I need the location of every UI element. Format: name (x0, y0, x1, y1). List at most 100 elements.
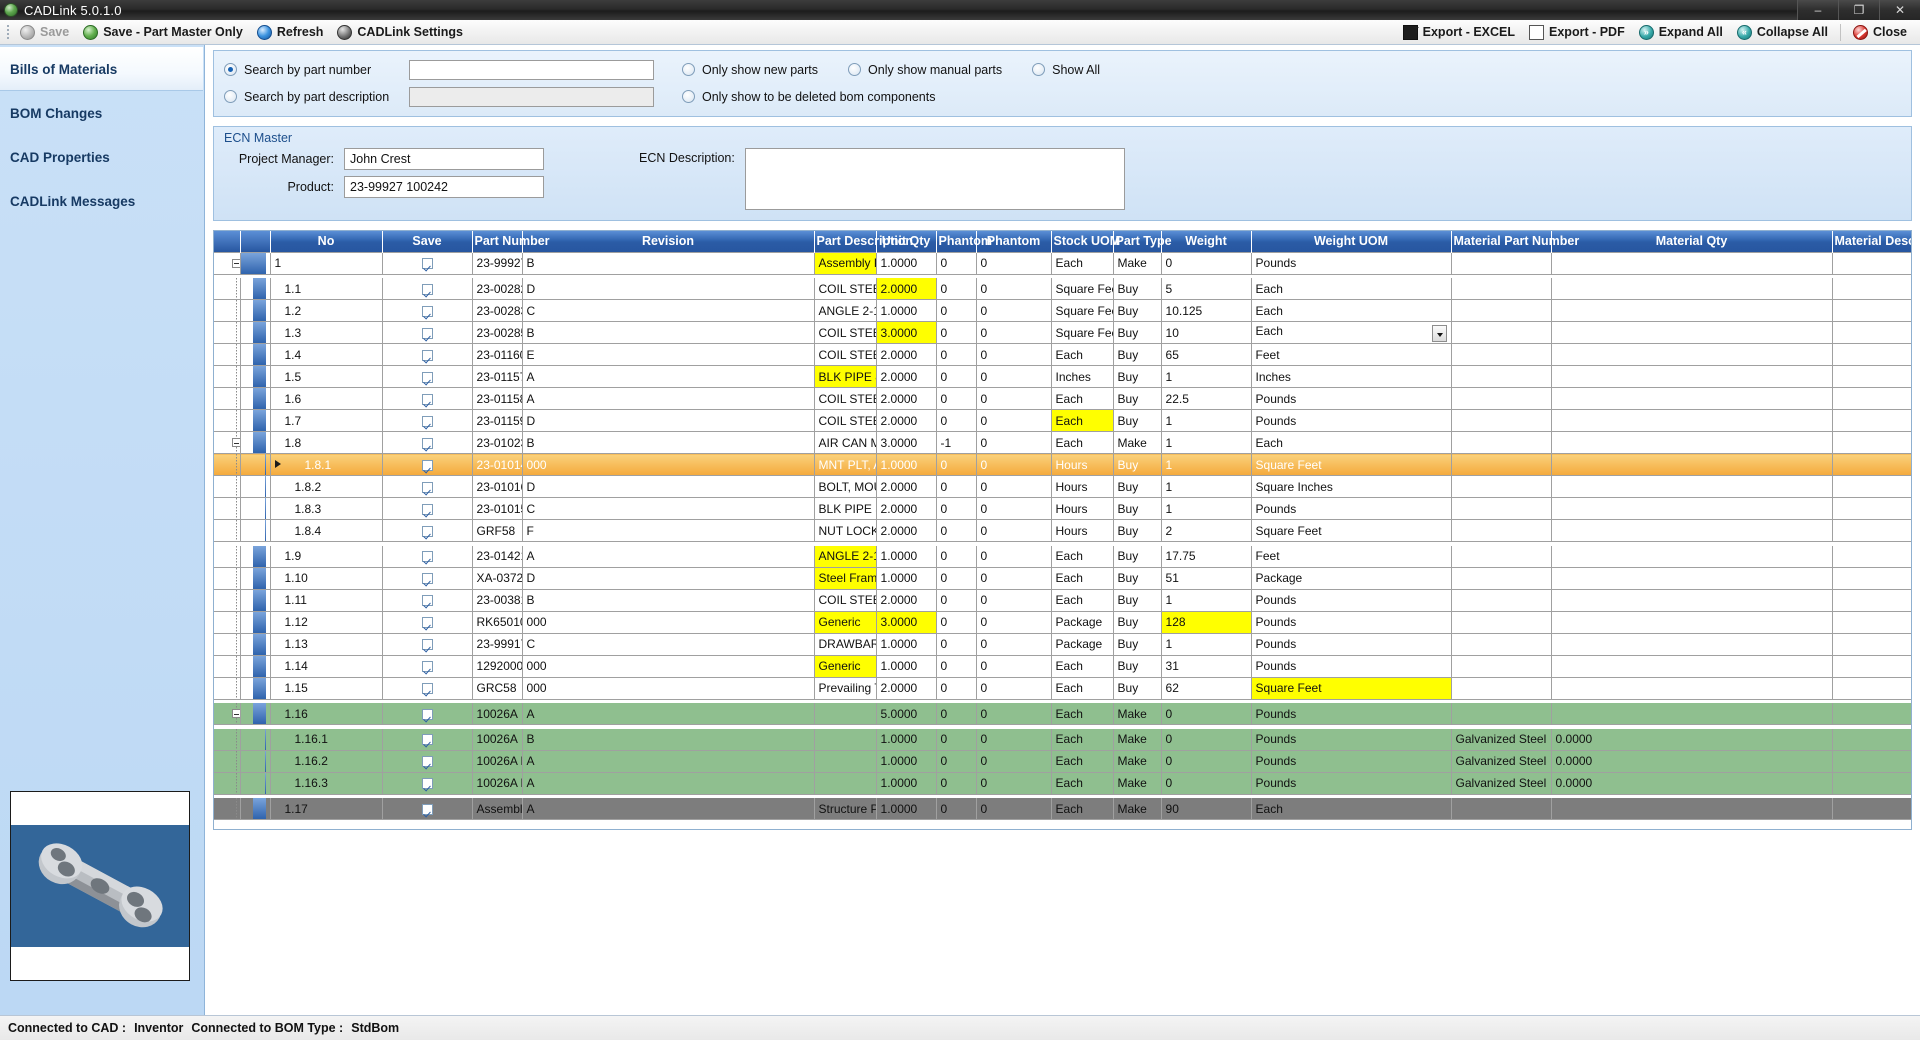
cell-phantom-2[interactable]: 0 (976, 278, 1052, 300)
cell-weight[interactable]: 1 (1161, 365, 1252, 388)
cell-save-checkbox[interactable] (382, 431, 473, 454)
cell-part-number[interactable]: 23-01158 (472, 387, 523, 410)
cell-phantom-2[interactable]: 0 (976, 453, 1052, 476)
cell-weight-uom[interactable]: Package (1251, 567, 1452, 590)
search-part-number-input[interactable] (409, 59, 654, 80)
cell-weight[interactable]: 0 (1161, 728, 1252, 751)
table-row[interactable]: 1.4 23-01160ECOIL STEEL A715-80 1/42.0000… (214, 343, 1911, 366)
cell-description[interactable]: COIL STEEL A715-80 1/4 (814, 409, 877, 432)
cell-unit-qty[interactable]: 2.0000 (876, 519, 937, 542)
cell-material-part-number[interactable] (1451, 677, 1552, 700)
cell-phantom-1[interactable]: 0 (936, 299, 977, 322)
close-button[interactable]: Close (1846, 21, 1914, 44)
cell-material-part-number[interactable] (1451, 299, 1552, 322)
cell-material-qty[interactable] (1551, 545, 1833, 568)
save-checkbox[interactable] (421, 371, 433, 383)
row-selector-bar[interactable] (240, 750, 271, 773)
cell-description[interactable]: Structure Placeholder (814, 798, 877, 820)
window-close-button[interactable]: ✕ (1879, 0, 1920, 20)
cell-material-description[interactable] (1832, 299, 1911, 322)
cell-description[interactable]: BLK PIPE 80 PE 3/4 x 2112 (814, 365, 877, 388)
cell-part-type[interactable]: Buy (1113, 589, 1162, 612)
cell-revision[interactable]: B (522, 251, 815, 275)
save-checkbox[interactable] (421, 803, 433, 815)
cell-no[interactable]: 1.2 (270, 299, 383, 322)
save-checkbox[interactable] (421, 283, 433, 295)
cell-phantom-2[interactable]: 0 (976, 611, 1052, 634)
cell-unit-qty[interactable]: 1.0000 (876, 772, 937, 795)
cell-no[interactable]: 1.3 (270, 321, 383, 344)
row-selector-bar[interactable] (240, 497, 271, 520)
cell-unit-qty[interactable]: 1.0000 (876, 299, 937, 322)
cell-weight[interactable]: 22.5 (1161, 387, 1252, 410)
cell-part-number[interactable]: 10026A (472, 703, 523, 725)
cell-save-checkbox[interactable] (382, 589, 473, 612)
cell-stock-uom[interactable]: Each (1051, 655, 1114, 678)
cell-stock-uom[interactable]: Each (1051, 750, 1114, 773)
table-row[interactable]: 1.7 23-01159DCOIL STEEL A715-80 1/42.0000… (214, 409, 1911, 432)
row-selector-bar[interactable] (240, 655, 271, 678)
collapse-expander-icon[interactable] (232, 258, 239, 268)
row-selector-bar[interactable] (240, 772, 271, 795)
table-row[interactable]: 1.10XA-0372-ADSteel Frame XA1.000000Each… (214, 567, 1911, 590)
cell-weight-uom[interactable]: Each (1251, 299, 1452, 322)
cell-description[interactable]: COIL STEEL A715-80 1/4 (814, 343, 877, 366)
row-selector-bar[interactable] (240, 633, 271, 656)
cell-phantom-2[interactable]: 0 (976, 387, 1052, 410)
header-weight-uom[interactable]: Weight UOM (1251, 231, 1452, 252)
filter-only-manual-parts[interactable]: Only show manual parts (848, 63, 1012, 77)
cell-save-checkbox[interactable] (382, 475, 473, 498)
cell-weight[interactable]: 65 (1161, 343, 1252, 366)
header-material-description[interactable]: Material Description (1832, 231, 1911, 252)
cell-description[interactable]: Prevailing Torque Type Hex Nut (814, 677, 877, 700)
cell-material-part-number[interactable] (1451, 703, 1552, 725)
cell-no[interactable]: 1.13 (270, 633, 383, 656)
cell-weight[interactable]: 0 (1161, 703, 1252, 725)
search-part-description-input[interactable] (409, 86, 654, 107)
cell-description[interactable] (814, 728, 877, 751)
cell-phantom-2[interactable]: 0 (976, 475, 1052, 498)
cell-revision[interactable]: D (522, 475, 815, 498)
cell-no[interactable]: 1.10 (270, 567, 383, 590)
save-checkbox[interactable] (421, 459, 433, 471)
cell-part-type[interactable]: Buy (1113, 299, 1162, 322)
cell-part-number[interactable]: RK65010 (472, 611, 523, 634)
cell-material-part-number[interactable] (1451, 655, 1552, 678)
cell-material-part-number[interactable]: Galvanized Steel (1451, 728, 1552, 751)
cell-stock-uom[interactable]: Each (1051, 545, 1114, 568)
cell-unit-qty[interactable]: 1.0000 (876, 453, 937, 476)
cell-phantom-1[interactable]: -1 (936, 431, 977, 454)
save-checkbox[interactable] (421, 437, 433, 449)
cell-weight-uom[interactable]: Pounds (1251, 589, 1452, 612)
cell-description[interactable]: COIL STEEL A715-80 1/4 (814, 321, 877, 344)
cell-phantom-1[interactable]: 0 (936, 497, 977, 520)
sidebar-item-cadlink-messages[interactable]: CADLink Messages (0, 179, 204, 223)
cell-save-checkbox[interactable] (382, 519, 473, 542)
cell-stock-uom[interactable]: Each (1051, 251, 1114, 275)
cell-save-checkbox[interactable] (382, 497, 473, 520)
cell-unit-qty[interactable]: 5.0000 (876, 703, 937, 725)
cell-phantom-1[interactable]: 0 (936, 343, 977, 366)
table-row[interactable]: 1.15 GRC58000Prevailing Torque Type Hex N… (214, 677, 1911, 700)
cell-save-checkbox[interactable] (382, 772, 473, 795)
cell-material-description[interactable] (1832, 409, 1911, 432)
cell-material-qty[interactable] (1551, 251, 1833, 275)
cell-stock-uom[interactable]: Each (1051, 409, 1114, 432)
cell-save-checkbox[interactable] (382, 278, 473, 300)
cell-save-checkbox[interactable] (382, 677, 473, 700)
table-row[interactable]: 1.16.310026A PINA1.000000EachMake0Pounds… (214, 772, 1911, 795)
cell-weight[interactable]: 10.125 (1161, 299, 1252, 322)
table-row[interactable]: 123-99927 1002BAssembly Piping1.000000Ea… (214, 251, 1911, 275)
row-selector-bar[interactable] (240, 519, 271, 542)
cell-weight-uom[interactable]: Each (1251, 321, 1452, 344)
cell-description[interactable]: Generic (814, 611, 877, 634)
cell-no[interactable]: 1.7 (270, 409, 383, 432)
cell-save-checkbox[interactable] (382, 611, 473, 634)
cell-part-type[interactable]: Buy (1113, 475, 1162, 498)
cell-part-number[interactable]: 23-00381 1002 (472, 589, 523, 612)
save-button[interactable]: Save (13, 21, 76, 44)
cell-material-part-number[interactable] (1451, 343, 1552, 366)
cell-no[interactable]: 1.8 (270, 431, 383, 454)
cell-material-description[interactable] (1832, 545, 1911, 568)
cell-weight[interactable]: 0 (1161, 251, 1252, 275)
